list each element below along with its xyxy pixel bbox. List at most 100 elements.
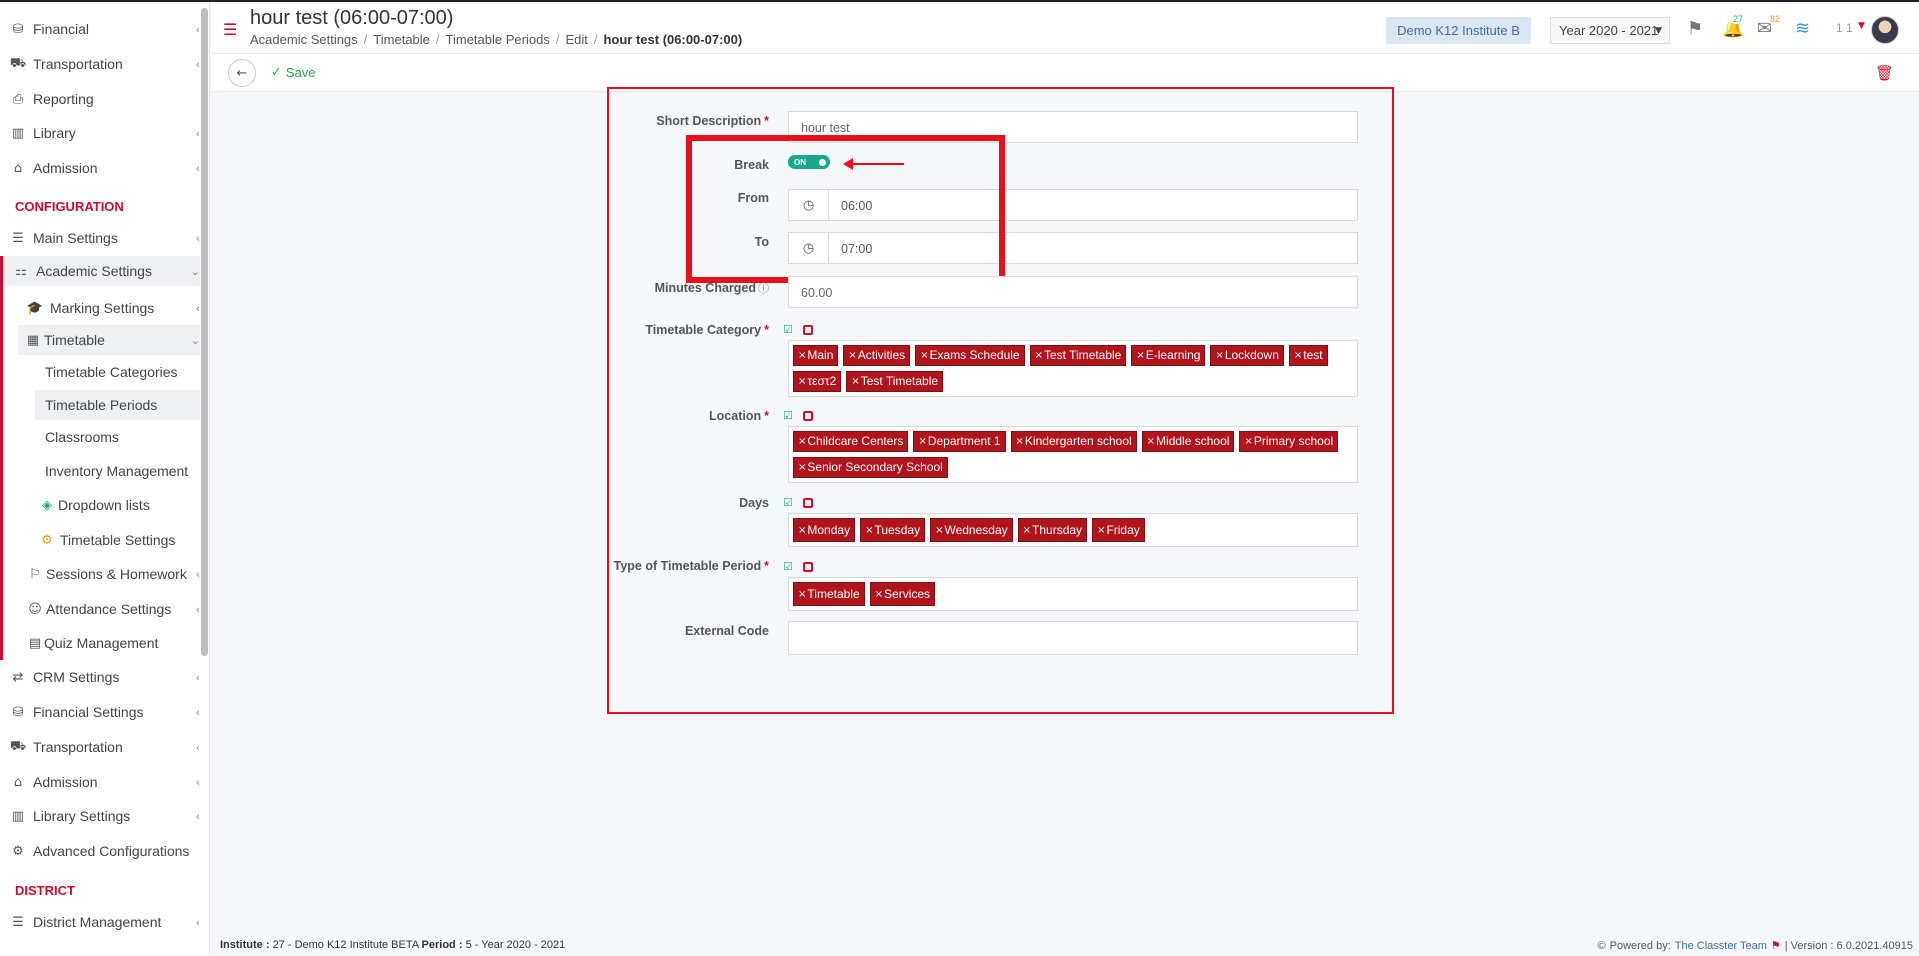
remove-tag-icon[interactable]: × — [1097, 524, 1105, 537]
sidebar-item-classrooms[interactable]: Classrooms — [0, 422, 200, 452]
remove-tag-icon[interactable]: × — [1016, 435, 1024, 448]
sidebar-item-library[interactable]: ▥ Library ‹ — [0, 118, 200, 148]
chevron-left-icon: ‹ — [195, 915, 200, 929]
layers-icon[interactable]: ≋ — [1795, 18, 1810, 39]
sidebar-item-label: Dropdown lists — [58, 497, 150, 513]
arrow-left-icon: ← — [236, 65, 248, 81]
sidebar-item-academic-settings[interactable]: ⚏ Academic Settings ⌄ — [3, 256, 200, 286]
gears-icon: ⚙ — [12, 843, 24, 859]
avatar[interactable] — [1871, 16, 1899, 44]
select-all-icon[interactable]: ☑ — [783, 410, 794, 421]
days-tags[interactable]: × Monday × Tuesday × Wednesday × Thursday × F… — [788, 513, 1358, 547]
copyright-icon: © — [1597, 939, 1606, 952]
sidebar-item-advanced-configurations[interactable]: ⚙ Advanced Configurations — [0, 836, 200, 866]
remove-tag-icon[interactable]: × — [1147, 435, 1155, 448]
sidebar-item-timetable-settings[interactable]: ⚙ Timetable Settings — [0, 525, 200, 555]
tag-department-1: × Department 1 — [913, 431, 1006, 452]
remove-tag-icon[interactable]: × — [935, 524, 943, 537]
breadcrumb-timetable-periods[interactable]: Timetable Periods — [446, 32, 550, 47]
caret-down-icon: ▼ — [1655, 25, 1662, 36]
footer-institute-value: 27 - Demo K12 Institute BETA — [272, 939, 419, 951]
remove-tag-icon[interactable]: × — [798, 375, 806, 388]
books-icon: ▥ — [11, 808, 25, 824]
deselect-all-icon[interactable] — [803, 497, 813, 508]
tag-wednesday: × Wednesday — [930, 518, 1013, 542]
breadcrumb-timetable[interactable]: Timetable — [373, 32, 430, 47]
remove-tag-icon[interactable]: × — [798, 349, 806, 362]
remove-tag-icon[interactable]: × — [848, 349, 856, 362]
sidebar-item-dropdown-lists[interactable]: ◈ Dropdown lists — [0, 490, 200, 520]
select-all-icon[interactable]: ☑ — [783, 561, 794, 572]
trash-icon[interactable]: 🗑 — [1875, 64, 1894, 82]
deselect-all-icon[interactable] — [803, 324, 813, 335]
sidebar-item-label: Attendance Settings — [46, 601, 172, 617]
sidebar-item-crm-settings[interactable]: ⇄ CRM Settings ‹ — [0, 662, 200, 692]
tag-monday: × Monday — [793, 518, 856, 542]
sidebar-item-sessions-homework[interactable]: ⚐ Sessions & Homework ‹ — [0, 559, 200, 589]
layers-icon: ◈ — [42, 497, 52, 513]
breadcrumb-edit[interactable]: Edit — [565, 32, 587, 47]
external-code-input[interactable] — [788, 621, 1358, 655]
institute-button[interactable]: Demo K12 Institute B — [1386, 17, 1531, 44]
sidebar-item-attendance-settings[interactable]: ☺ Attendance Settings ‹ — [0, 594, 200, 624]
chevron-left-icon: ‹ — [195, 740, 200, 754]
remove-tag-icon[interactable]: × — [1136, 349, 1144, 362]
deselect-all-icon[interactable] — [803, 561, 813, 572]
sidebar-item-financial-settings[interactable]: ⛁ Financial Settings ‹ — [0, 697, 200, 727]
flag-icon[interactable]: ⚑ — [1687, 18, 1703, 39]
deselect-all-icon[interactable] — [803, 410, 813, 421]
remove-tag-icon[interactable]: × — [920, 349, 928, 362]
sidebar-item-reporting[interactable]: ⎙ Reporting — [0, 84, 200, 114]
sidebar-item-library-settings[interactable]: ▥ Library Settings ‹ — [0, 801, 200, 831]
remove-tag-icon[interactable]: × — [851, 375, 859, 388]
sidebar-item-transportation-settings[interactable]: ⛟ Transportation ‹ — [0, 732, 200, 762]
back-button[interactable]: ← — [228, 59, 256, 87]
hamburger-menu-icon[interactable]: ☰ — [223, 20, 237, 39]
minutes-charged-input[interactable]: 60.00 — [788, 276, 1358, 308]
sidebar-item-marking-settings[interactable]: 🎓 Marking Settings ‹ — [0, 293, 200, 323]
remove-tag-icon[interactable]: × — [1294, 349, 1302, 362]
info-icon[interactable]: ⓘ — [758, 282, 769, 295]
shuffle-icon: ⇄ — [12, 669, 24, 685]
remove-tag-icon[interactable]: × — [865, 524, 873, 537]
footer-credits: © Powered by: The Classter Team ⚑ | Vers… — [1597, 939, 1914, 953]
select-all-icon[interactable]: ☑ — [783, 497, 794, 508]
type-tags[interactable]: × Timetable × Services — [788, 577, 1358, 611]
save-button[interactable]: ✓ Save — [271, 65, 316, 80]
timetable-category-tags[interactable]: × Main × Activities × Exams Schedule × Test … — [788, 340, 1358, 397]
sidebar-item-main-settings[interactable]: ☰ Main Settings ‹ — [0, 223, 200, 253]
remove-tag-icon[interactable]: × — [1244, 435, 1252, 448]
footer-powered-link[interactable]: The Classter Team — [1675, 940, 1767, 952]
minutes-charged-label: Minutes Charged ⓘ — [654, 281, 769, 295]
sidebar-item-admission[interactable]: ⌂ Admission ‹ — [0, 153, 200, 183]
caret-down-icon[interactable]: ▼ — [1858, 21, 1865, 31]
sidebar-item-timetable-periods[interactable]: Timetable Periods — [35, 390, 200, 420]
remove-tag-icon[interactable]: × — [875, 588, 883, 601]
sidebar-scrollbar[interactable] — [201, 8, 208, 656]
year-select[interactable]: Year 2020 - 2021 ▼ — [1550, 17, 1670, 44]
breadcrumb-academic-settings[interactable]: Academic Settings — [250, 32, 358, 47]
location-tags[interactable]: × Childcare Centers × Department 1 × Kinder… — [788, 426, 1358, 483]
select-all-icon[interactable]: ☑ — [783, 324, 794, 335]
remove-tag-icon[interactable]: × — [918, 435, 926, 448]
sidebar-item-quiz-management[interactable]: ▤ Quiz Management — [0, 628, 200, 658]
sidebar-item-inventory-management[interactable]: Inventory Management — [0, 456, 200, 486]
remove-tag-icon[interactable]: × — [798, 524, 806, 537]
remove-tag-icon[interactable]: × — [1035, 349, 1043, 362]
sidebar-item-transportation[interactable]: ⛟ Transportation ‹ — [0, 49, 200, 79]
sidebar-item-district-management[interactable]: ☰ District Management ‹ — [0, 907, 200, 937]
remove-tag-icon[interactable]: × — [798, 588, 806, 601]
bus-icon: ⛟ — [9, 55, 27, 71]
tag-tuesday: × Tuesday — [860, 518, 926, 542]
tag-middle-school: × Middle school — [1141, 431, 1235, 452]
remove-tag-icon[interactable]: × — [1215, 349, 1223, 362]
sidebar-item-financial[interactable]: ⛁ Financial ‹ — [0, 14, 200, 44]
remove-tag-icon[interactable]: × — [1023, 524, 1031, 537]
tag-thursday: × Thursday — [1017, 518, 1088, 542]
remove-tag-icon[interactable]: × — [798, 435, 806, 448]
short-description-label: Short Description * — [656, 114, 769, 128]
remove-tag-icon[interactable]: × — [798, 461, 806, 474]
sidebar-item-admission-settings[interactable]: ⌂ Admission ‹ — [0, 767, 200, 797]
sidebar-item-timetable-categories[interactable]: Timetable Categories — [0, 357, 200, 387]
sidebar-item-timetable[interactable]: ▦ Timetable ⌄ — [18, 325, 200, 355]
